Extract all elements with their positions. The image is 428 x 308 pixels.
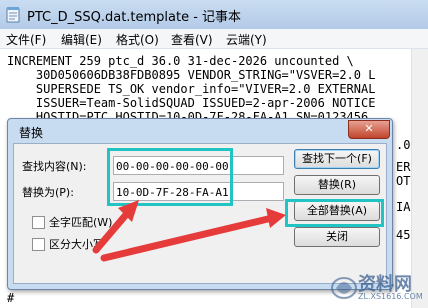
dialog-title: 替换 [19,126,44,140]
find-label: 查找内容(N): [22,160,87,173]
code-line: 30D050606DB38FDB0895 VENDOR_STRING="VSVE… [7,68,376,82]
match-word-label: 全字匹配(W) [49,216,113,229]
window-title: PTC_D_SSQ.dat.template - 记事本 [27,10,242,25]
match-case-label: 区分大小写 [49,238,104,251]
replace-label: 替换为(P): [22,186,74,199]
dialog-close-button[interactable]: ✕ [348,120,390,139]
code-line: INCREMENT 259 ptc_d 36.0 31-dec-2026 unc… [7,54,354,68]
menu-cloud[interactable]: 云端(Y) [226,31,267,48]
code-line: ISSUER=Team-SolidSQUAD ISSUED=2-apr-2006… [7,96,376,110]
find-next-button[interactable]: 查找下一个(F) [294,149,380,169]
menu-file[interactable]: 文件(F) [6,31,46,48]
replace-button[interactable]: 替换(R) [294,175,380,195]
watermark-url: ZL.XS1616.COM [358,292,423,301]
menu-edit[interactable]: 编辑(E) [61,31,102,48]
code-line: # [7,291,15,305]
cancel-button[interactable]: 关闭 [294,227,380,247]
notepad-icon [6,7,20,23]
menu-bar: 文件(F) 编辑(E) 格式(O) 查看(V) 云端(Y) [0,29,428,49]
menu-format[interactable]: 格式(O) [116,31,159,48]
menu-view[interactable]: 查看(V) [171,31,213,48]
match-word-checkbox[interactable] [32,216,45,229]
replace-all-highlight-box [285,199,384,227]
input-highlight-box [107,148,233,206]
window-titlebar: PTC_D_SSQ.dat.template - 记事本 [0,0,428,30]
match-case-checkbox[interactable] [32,238,45,251]
code-line: SUPERSEDE TS_OK vendor_info="VIVER=2.0 E… [7,82,376,96]
